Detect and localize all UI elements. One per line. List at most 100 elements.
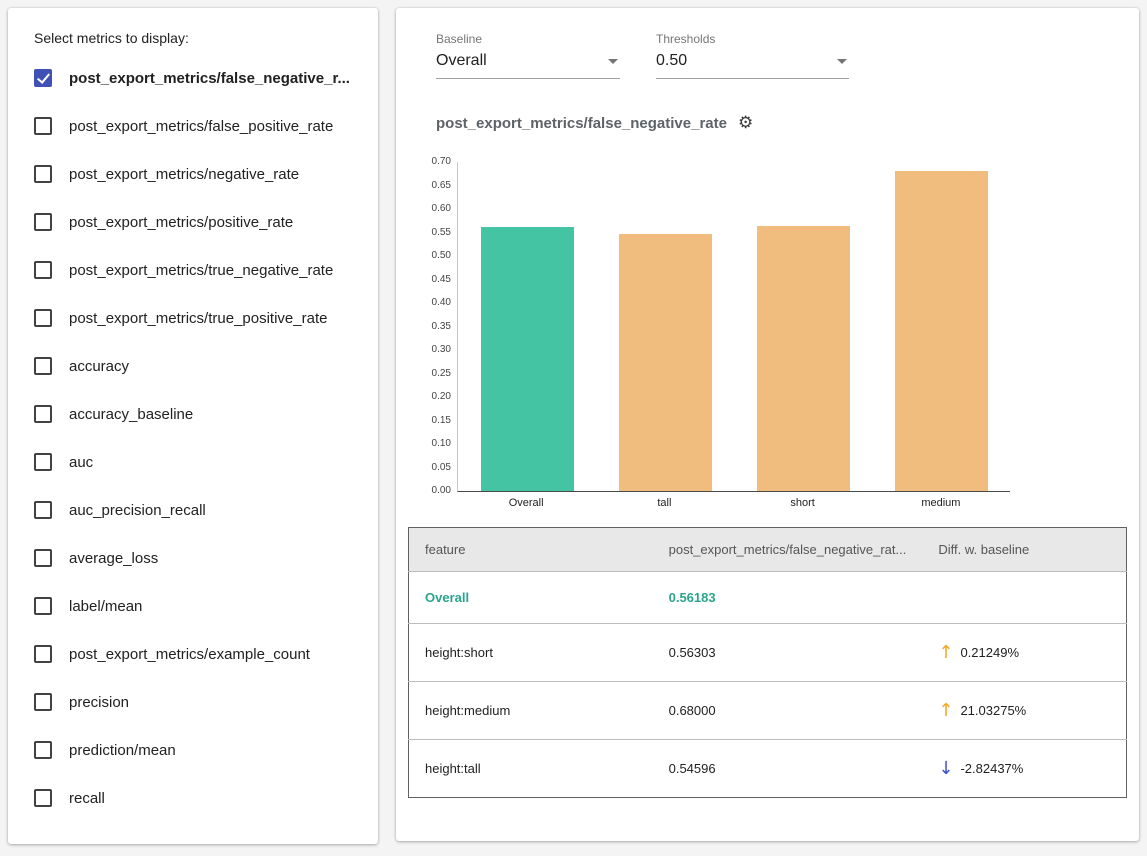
checkbox-icon[interactable] — [34, 165, 52, 183]
metrics-table-head: feature post_export_metrics/false_negati… — [409, 528, 1127, 572]
thresholds-value-row[interactable]: 0.50 — [656, 52, 849, 79]
fairness-metrics-page: Select metrics to display: post_export_m… — [0, 0, 1147, 852]
bar-short[interactable] — [757, 226, 850, 491]
baseline-label: Baseline — [436, 32, 620, 46]
metric-label: accuracy_baseline — [69, 406, 193, 423]
checkbox-icon[interactable] — [34, 357, 52, 375]
metric-value-cell: 0.56183 — [653, 572, 923, 624]
metric-label: post_export_metrics/true_positive_rate — [69, 310, 327, 327]
metric-checkbox-item[interactable]: precision — [34, 678, 352, 726]
metric-checkbox-item[interactable]: post_export_metrics/positive_rate — [34, 198, 352, 246]
metric-label: recall — [69, 790, 105, 807]
y-axis-tick-label: 0.05 — [409, 463, 451, 473]
y-axis-tick-label: 0.45 — [409, 275, 451, 285]
metric-checkbox-item[interactable]: average_loss — [34, 534, 352, 582]
table-header-row: feature post_export_metrics/false_negati… — [409, 528, 1127, 572]
gear-icon[interactable]: ⚙ — [738, 115, 753, 132]
metric-label: post_export_metrics/positive_rate — [69, 214, 293, 231]
metric-checkbox-item[interactable]: post_export_metrics/true_negative_rate — [34, 246, 352, 294]
header-feature: feature — [409, 528, 653, 572]
checkbox-icon[interactable] — [34, 453, 52, 471]
metric-list: post_export_metrics/false_negative_r... … — [34, 54, 352, 822]
diff-text: 21.03275% — [960, 703, 1026, 718]
slicing-metrics-bar-chart: 0.000.050.100.150.200.250.300.350.400.45… — [408, 162, 1127, 509]
table-row[interactable]: height:medium 0.68000 ↑21.03275% — [409, 682, 1127, 740]
metric-checkbox-item[interactable]: post_export_metrics/false_positive_rate — [34, 102, 352, 150]
y-axis-tick-label: 0.40 — [409, 298, 451, 308]
metric-label: accuracy — [69, 358, 129, 375]
x-axis-label: medium — [894, 497, 987, 509]
diff-text: -2.82437% — [960, 761, 1023, 776]
bar-Overall[interactable] — [481, 227, 574, 491]
metric-checkbox-item[interactable]: label/mean — [34, 582, 352, 630]
diff-cell: ↑0.21249% — [922, 624, 1126, 682]
x-axis-label: Overall — [480, 497, 573, 509]
header-diff-baseline: Diff. w. baseline — [922, 528, 1126, 572]
metric-checkbox-item[interactable]: accuracy_baseline — [34, 390, 352, 438]
checkbox-icon[interactable] — [34, 501, 52, 519]
metric-value-cell: 0.54596 — [653, 740, 923, 798]
chevron-down-icon — [608, 59, 618, 64]
metric-label: average_loss — [69, 550, 158, 567]
baseline-value-row[interactable]: Overall — [436, 52, 620, 79]
checkbox-icon[interactable] — [34, 405, 52, 423]
checkbox-icon[interactable] — [34, 213, 52, 231]
metric-checkbox-item[interactable]: post_export_metrics/true_positive_rate — [34, 294, 352, 342]
metric-checkbox-item[interactable]: accuracy — [34, 342, 352, 390]
metric-label: precision — [69, 694, 129, 711]
diff-cell: ↑21.03275% — [922, 682, 1126, 740]
table-row[interactable]: height:short 0.56303 ↑0.21249% — [409, 624, 1127, 682]
checkbox-icon[interactable] — [34, 549, 52, 567]
diff-arrow-icon: ↓ — [938, 758, 953, 779]
diff-cell: ↓ -2.82437% — [922, 740, 1126, 798]
diff-arrow-icon: ↑ — [938, 642, 953, 663]
y-axis-tick-label: 0.70 — [409, 157, 451, 167]
thresholds-select[interactable]: Thresholds 0.50 — [656, 32, 849, 79]
chart-header: post_export_metrics/false_negative_rate … — [436, 115, 1127, 132]
checkbox-icon[interactable] — [34, 117, 52, 135]
y-axis-tick-label: 0.30 — [409, 345, 451, 355]
metric-checkbox-item[interactable]: post_export_metrics/false_negative_r... — [34, 54, 352, 102]
checkbox-icon[interactable] — [34, 741, 52, 759]
y-axis-tick-label: 0.15 — [409, 416, 451, 426]
checkbox-icon[interactable] — [34, 645, 52, 663]
metric-checkbox-item[interactable]: recall — [34, 774, 352, 822]
metric-value-cell: 0.56303 — [653, 624, 923, 682]
metric-label: post_export_metrics/true_negative_rate — [69, 262, 333, 279]
checkbox-icon[interactable] — [34, 693, 52, 711]
y-axis-tick-label: 0.35 — [409, 322, 451, 332]
bar-medium[interactable] — [895, 171, 988, 491]
metric-selector-title: Select metrics to display: — [34, 30, 352, 46]
chart-title: post_export_metrics/false_negative_rate — [436, 115, 727, 132]
checkbox-icon[interactable] — [34, 69, 52, 87]
checkbox-icon[interactable] — [34, 597, 52, 615]
x-axis-label: short — [756, 497, 849, 509]
metric-label: post_export_metrics/false_negative_r... — [69, 70, 350, 87]
y-axis-tick-label: 0.65 — [409, 181, 451, 191]
thresholds-label: Thresholds — [656, 32, 849, 46]
metric-checkbox-item[interactable]: auc_precision_recall — [34, 486, 352, 534]
metric-checkbox-item[interactable]: auc — [34, 438, 352, 486]
metric-checkbox-item[interactable]: prediction/mean — [34, 726, 352, 774]
checkbox-icon[interactable] — [34, 309, 52, 327]
bar-tall[interactable] — [619, 234, 712, 491]
metric-label: auc_precision_recall — [69, 502, 206, 519]
table-row[interactable]: Overall 0.56183 — [409, 572, 1127, 624]
checkbox-icon[interactable] — [34, 789, 52, 807]
metric-label: prediction/mean — [69, 742, 176, 759]
x-axis-label: tall — [618, 497, 711, 509]
metrics-table: feature post_export_metrics/false_negati… — [408, 527, 1127, 798]
thresholds-value: 0.50 — [656, 52, 687, 70]
metric-checkbox-item[interactable]: post_export_metrics/negative_rate — [34, 150, 352, 198]
chart-plot-area: 0.000.050.100.150.200.250.300.350.400.45… — [457, 162, 1010, 492]
metrics-panel: Baseline Overall Thresholds 0.50 post_ex… — [396, 8, 1139, 841]
checkbox-icon[interactable] — [34, 261, 52, 279]
metric-label: auc — [69, 454, 93, 471]
feature-cell: height:medium — [409, 682, 653, 740]
chart-bars — [458, 162, 1010, 491]
baseline-select[interactable]: Baseline Overall — [436, 32, 620, 79]
y-axis-tick-label: 0.55 — [409, 228, 451, 238]
metric-checkbox-item[interactable]: post_export_metrics/example_count — [34, 630, 352, 678]
table-row[interactable]: height:tall 0.54596 ↓-2.82437% — [409, 740, 1127, 798]
feature-cell: height:short — [409, 624, 653, 682]
